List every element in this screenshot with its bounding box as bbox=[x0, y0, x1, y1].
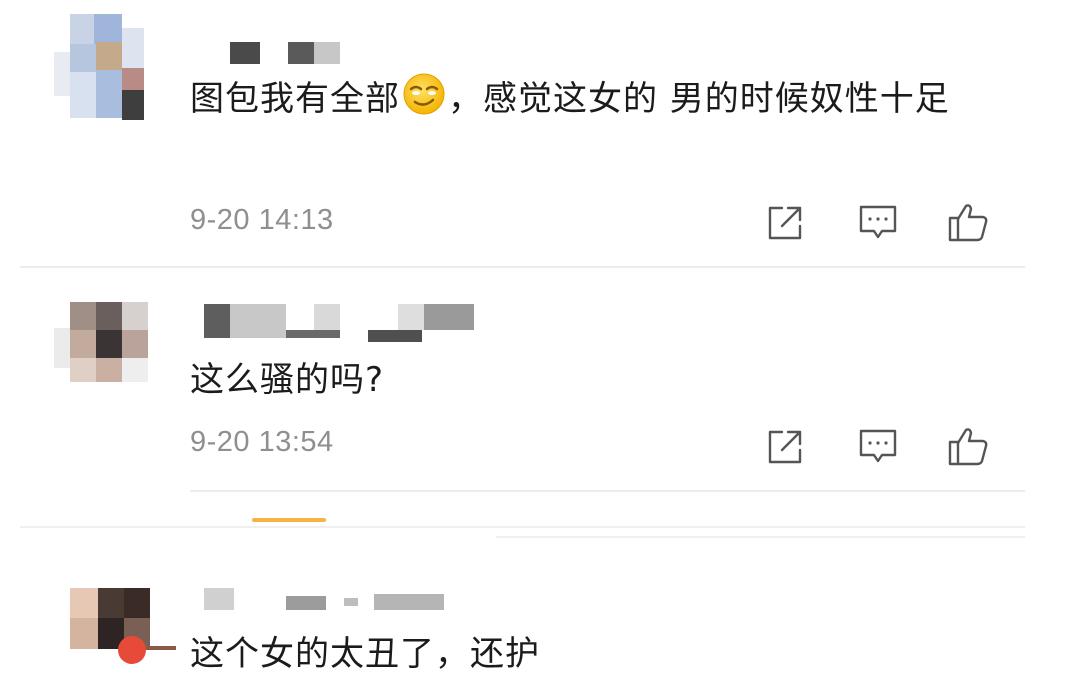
like-icon bbox=[948, 428, 988, 466]
share-icon bbox=[768, 206, 802, 240]
share-button[interactable] bbox=[764, 424, 808, 468]
divider bbox=[496, 536, 1025, 538]
comment-timestamp: 9-20 14:13 bbox=[190, 204, 334, 236]
comment-item: 图包我有全部 ，感觉这女的 男的时候奴性十足 9-20 14:13 bbox=[0, 0, 1067, 270]
comment-text: 图包我有全部 ，感觉这女的 男的时候奴性十足 bbox=[190, 72, 990, 125]
username-redacted[interactable] bbox=[230, 42, 340, 70]
divider bbox=[20, 266, 1025, 268]
comment-text: 这么骚的吗? bbox=[190, 360, 385, 400]
comment-item: 这么骚的吗? 9-20 13:54 bbox=[0, 270, 1067, 500]
reply-button[interactable] bbox=[856, 424, 900, 468]
like-button[interactable] bbox=[946, 200, 990, 244]
username-redacted[interactable] bbox=[204, 588, 454, 616]
comment-text: 这个女的太丑了，还护 bbox=[190, 634, 540, 674]
avatar-badge bbox=[118, 636, 146, 664]
like-button[interactable] bbox=[946, 424, 990, 468]
divider bbox=[190, 490, 1025, 492]
comment-item: 这个女的太丑了，还护 bbox=[0, 560, 1067, 674]
username-redacted[interactable] bbox=[204, 300, 474, 342]
reply-button[interactable] bbox=[856, 200, 900, 244]
comment-timestamp: 9-20 13:54 bbox=[190, 426, 334, 458]
scroll-highlight bbox=[252, 518, 326, 522]
share-icon bbox=[768, 430, 802, 464]
avatar[interactable] bbox=[52, 298, 148, 408]
avatar[interactable] bbox=[70, 588, 176, 650]
share-button[interactable] bbox=[764, 200, 808, 244]
comment-icon bbox=[859, 429, 897, 463]
like-icon bbox=[948, 204, 988, 242]
comment-text-part-1: 图包我有全部 bbox=[190, 79, 400, 119]
comment-text-part-2: ，感觉这女的 男的时候奴性十足 bbox=[448, 79, 950, 119]
smirk-face-icon bbox=[403, 73, 445, 115]
divider bbox=[20, 526, 1025, 528]
avatar[interactable] bbox=[52, 12, 144, 122]
comment-icon bbox=[859, 205, 897, 239]
